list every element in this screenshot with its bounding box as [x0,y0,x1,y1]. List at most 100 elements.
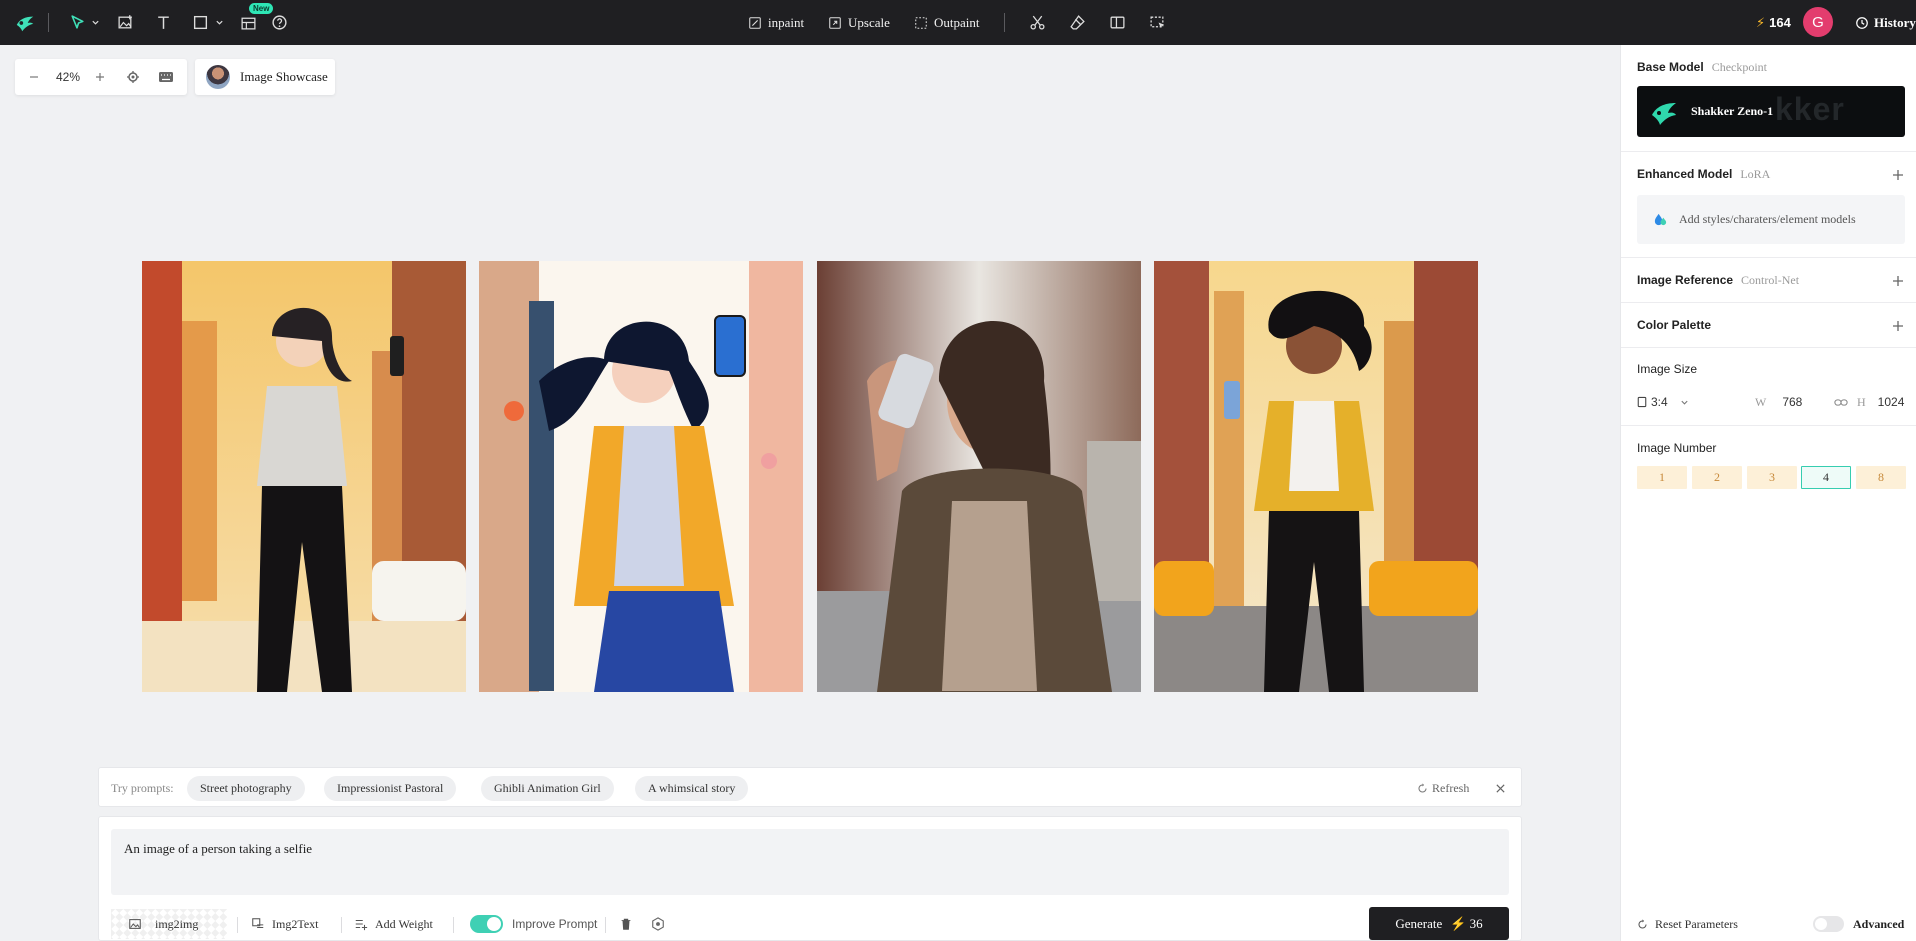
link-ratio-icon[interactable] [1834,392,1848,412]
image-icon [129,919,141,929]
fit-screen-icon[interactable] [122,59,144,95]
generated-image-1[interactable] [142,261,466,692]
generate-cost: ⚡ 36 [1450,916,1482,932]
keyboard-icon[interactable] [154,59,178,95]
prompt-editor: An image of a person taking a selfie img… [98,816,1522,941]
height-field[interactable]: H 1024 [1857,392,1904,412]
reset-parameters-button[interactable]: Reset Parameters [1637,914,1738,934]
split-view-icon[interactable] [1106,0,1128,45]
chevron-down-icon[interactable] [89,0,101,45]
trash-icon[interactable] [619,909,633,939]
image-number-option-4[interactable]: 4 [1801,466,1851,489]
add-color-palette-icon[interactable] [1891,319,1905,333]
base-model-card[interactable]: Shakker Zeno-1 kker [1637,86,1905,137]
outpaint-button[interactable]: Outpaint [914,0,980,45]
generated-image-3[interactable] [817,261,1141,692]
image-number-option-2[interactable]: 2 [1692,466,1742,489]
showcase-label: Image Showcase [240,69,328,84]
advanced-toggle[interactable]: Advanced [1813,914,1904,934]
app-logo-icon[interactable] [10,0,40,45]
enhanced-model-title: Enhanced Model LoRA [1637,167,1770,182]
generate-button[interactable]: Generate ⚡ 36 [1369,907,1509,940]
toggle-switch[interactable] [470,915,503,933]
credits-count: 164 [1769,15,1791,30]
generate-label: Generate [1395,915,1443,931]
upscale-label: Upscale [848,14,890,30]
model-name: Shakker Zeno-1 [1691,104,1774,118]
enhanced-model-label: Enhanced Model [1637,167,1733,181]
close-icon[interactable] [1495,768,1506,808]
bolt-icon: ⚡ [1450,915,1467,931]
text-tool-icon[interactable] [152,0,174,45]
reset-icon [1638,918,1647,929]
generated-image-4[interactable] [1154,261,1478,692]
inpaint-button[interactable]: inpaint [748,0,804,45]
base-model-title: Base Model Checkpoint [1637,60,1767,75]
add-image-icon[interactable] [114,0,136,45]
improve-prompt-toggle[interactable]: Improve Prompt [470,909,597,939]
select-pointer-icon[interactable] [66,0,88,45]
settings-icon[interactable] [651,909,665,939]
zoom-out-icon[interactable] [23,59,45,95]
image-size-label: Image Size [1637,362,1698,376]
aspect-ratio-select[interactable]: 3:4 [1637,392,1689,412]
showcase-thumbnail [206,65,230,89]
refresh-label: Refresh [1432,780,1470,795]
prompt-chip[interactable]: Impressionist Pastoral [324,776,457,801]
upscale-button[interactable]: Upscale [828,0,890,45]
image-showcase-button[interactable]: Image Showcase [195,59,335,95]
color-palette-label: Color Palette [1637,318,1712,332]
portrait-icon [1637,396,1647,408]
width-field[interactable]: W 768 [1755,392,1802,412]
image-number-option-8[interactable]: 8 [1856,466,1906,489]
history-label: History [1874,14,1916,30]
droplet-icon [1654,213,1667,226]
aspect-ratio-value: 3:4 [1651,395,1668,409]
refresh-button[interactable]: Refresh [1417,768,1469,808]
zoom-level[interactable]: 42% [53,59,83,95]
base-model-label: Base Model [1637,60,1704,74]
scissors-icon[interactable] [1026,0,1048,45]
avatar[interactable]: G [1803,7,1833,37]
refresh-icon [1418,782,1427,793]
inpaint-icon [749,16,761,29]
image-size-row: 3:4 W 768 H 1024 [1637,392,1905,412]
img2img-button[interactable]: img2img [111,909,227,939]
shape-tool-icon[interactable] [189,0,211,45]
model-logo-icon [1652,102,1676,125]
prompt-chip[interactable]: Ghibli Animation Girl [481,776,614,801]
zoom-in-icon[interactable] [89,59,111,95]
top-toolbar: New inpaint Upscale Outpaint ⚡ 164 G His… [0,0,1916,45]
image-number-label: Image Number [1637,441,1717,455]
img2text-button[interactable]: Img2Text [251,909,318,939]
image-size-title: Image Size [1637,362,1697,376]
add-weight-button[interactable]: Add Weight [354,909,433,939]
help-icon[interactable] [268,0,290,45]
add-lora-box[interactable]: Add styles/charaters/element models [1637,195,1905,244]
base-model-sub: Checkpoint [1711,60,1768,74]
chevron-down-icon [1681,400,1688,405]
image-number-option-1[interactable]: 1 [1637,466,1687,489]
upscale-icon [829,16,841,29]
prompt-chip[interactable]: A whimsical story [635,776,749,801]
image-reference-title: Image Reference Control-Net [1637,273,1799,288]
prompt-chip[interactable]: Street photography [187,776,305,801]
zoom-controls: 42% [15,59,187,95]
prompt-input[interactable]: An image of a person taking a selfie [111,829,1509,895]
width-value: 768 [1782,395,1803,409]
add-lora-icon[interactable] [1891,168,1905,182]
advanced-switch[interactable] [1813,916,1844,932]
credits-display[interactable]: ⚡ 164 [1756,0,1791,45]
chevron-down-icon[interactable] [213,0,225,45]
history-button[interactable]: History [1855,0,1916,45]
generated-image-2[interactable] [479,261,803,692]
clock-icon [1856,16,1868,29]
add-weight-icon [355,919,368,931]
image-reference-sub: Control-Net [1741,273,1800,287]
image-number-option-3[interactable]: 3 [1747,466,1797,489]
add-image-reference-icon[interactable] [1891,274,1905,288]
add-weight-label: Add Weight [375,916,433,931]
eraser-icon[interactable] [1066,0,1088,45]
outpaint-label: Outpaint [934,14,980,30]
select-region-icon[interactable] [1146,0,1168,45]
